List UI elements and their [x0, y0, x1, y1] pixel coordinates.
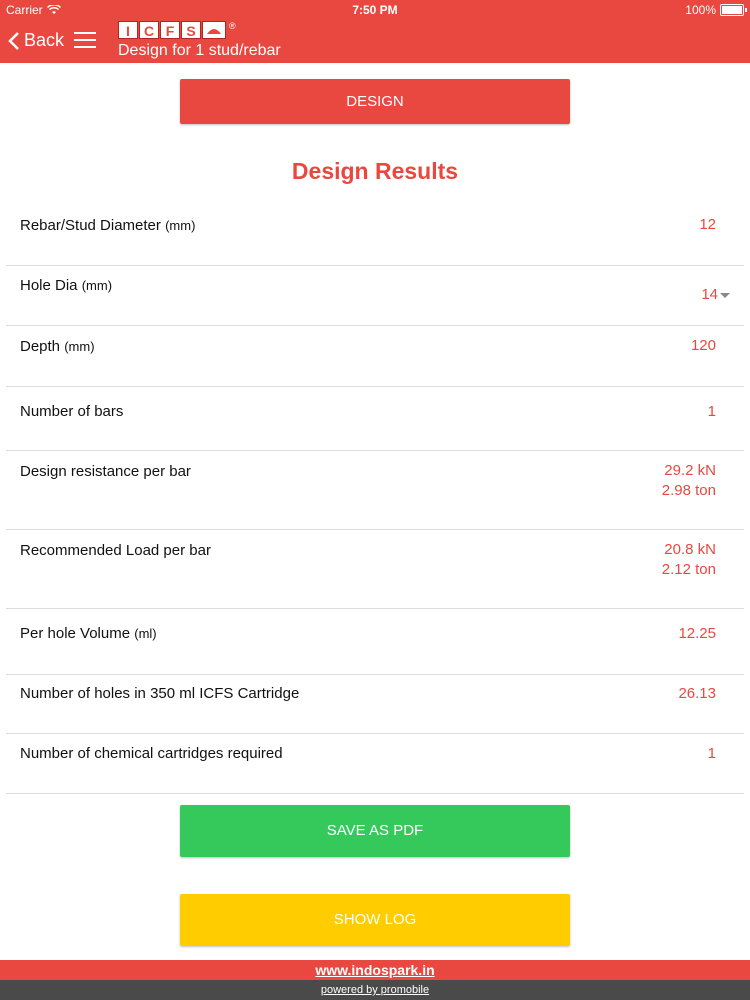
- design-button[interactable]: DESIGN: [180, 79, 570, 124]
- row-label: Number of bars: [20, 403, 124, 420]
- row-label: Rebar/Stud Diameter (mm): [20, 217, 196, 234]
- status-bar: Carrier 7:50 PM 100%: [0, 0, 750, 20]
- section-title: Design Results: [291, 158, 459, 184]
- clock: 7:50 PM: [352, 3, 398, 17]
- site-link[interactable]: www.indospark.in: [315, 962, 434, 978]
- save-as-pdf-button[interactable]: SAVE AS PDF: [180, 805, 570, 857]
- back-button[interactable]: Back: [8, 30, 64, 51]
- row-value: 120: [690, 337, 716, 354]
- row-label: Number of holes in 350 ml ICFS Cartridge: [20, 685, 300, 702]
- nav-bar: Back I C F S ® Design for 1 stud/rebar: [0, 20, 750, 63]
- back-label: Back: [24, 30, 65, 50]
- footer-powered-bar: powered by promobile: [0, 980, 750, 1000]
- row-label: Hole Dia (mm): [20, 277, 113, 294]
- hole-dia-select[interactable]: 14: [701, 285, 730, 305]
- result-row-hole-volume: Per hole Volume (ml) 12.25: [6, 608, 744, 675]
- battery-group: 100%: [685, 3, 747, 17]
- row-value: 26.13: [678, 685, 716, 702]
- hamburger-icon: [74, 32, 96, 34]
- row-value: 1: [707, 745, 716, 762]
- row-label: Depth (mm): [20, 338, 95, 355]
- menu-button[interactable]: [74, 32, 96, 50]
- result-row-holes-per-cartridge: Number of holes in 350 ml ICFS Cartridge…: [6, 674, 744, 734]
- powered-by-link[interactable]: powered by promobile: [321, 984, 429, 996]
- chevron-left-icon: [8, 31, 19, 50]
- result-row-depth: Depth (mm) 120: [6, 325, 744, 387]
- dropdown-caret-icon: [720, 292, 730, 298]
- icfs-logo: I C F S ®: [118, 21, 236, 39]
- row-value: 1: [707, 403, 716, 420]
- result-row-rebar-diameter: Rebar/Stud Diameter (mm) 12: [6, 195, 744, 266]
- row-label: Number of chemical cartridges required: [20, 745, 283, 762]
- logo-letter: I: [118, 21, 138, 39]
- page-subtitle: Design for 1 stud/rebar: [118, 42, 281, 59]
- row-label: Recommended Load per bar: [20, 542, 211, 559]
- result-row-cartridges-required: Number of chemical cartridges required 1: [6, 733, 744, 794]
- result-row-number-of-bars: Number of bars 1: [6, 386, 744, 451]
- result-row-recommended-load: Recommended Load per bar 20.8 kN 2.12 to…: [6, 529, 744, 609]
- row-value: 12.25: [678, 625, 716, 642]
- row-value: 29.2 kN 2.98 ton: [661, 462, 716, 499]
- row-label: Per hole Volume (ml): [20, 625, 157, 642]
- row-label: Design resistance per bar: [20, 463, 191, 480]
- logo-emblem-icon: [202, 21, 226, 39]
- footer: www.indospark.in powered by promobile: [0, 960, 750, 1000]
- show-log-button[interactable]: SHOW LOG: [180, 894, 570, 946]
- logo-letter: F: [160, 21, 180, 39]
- footer-site-bar: www.indospark.in: [0, 960, 750, 980]
- row-value: 12: [699, 216, 716, 233]
- result-row-hole-dia[interactable]: Hole Dia (mm) 14: [6, 265, 744, 326]
- row-value: 20.8 kN 2.12 ton: [661, 541, 716, 578]
- result-row-design-resistance: Design resistance per bar 29.2 kN 2.98 t…: [6, 450, 744, 530]
- logo-letter: C: [139, 21, 159, 39]
- battery-icon: [720, 4, 747, 16]
- logo-letter: S: [181, 21, 201, 39]
- logo-registered-mark: ®: [229, 21, 236, 31]
- battery-percent: 100%: [685, 3, 716, 17]
